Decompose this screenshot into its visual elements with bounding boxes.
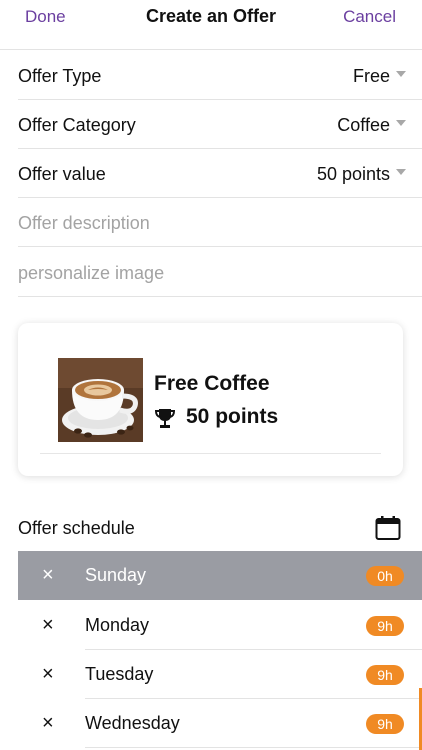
coffee-image <box>58 358 143 442</box>
offer-value-label: Offer value <box>18 164 106 184</box>
offer-type-row[interactable]: Offer Type Free <box>18 51 422 100</box>
offer-category-value[interactable]: Coffee <box>337 115 390 136</box>
remove-icon[interactable]: × <box>42 563 54 587</box>
offer-preview-title: Free Coffee <box>154 372 270 395</box>
navigation-bar: Done Create an Offer Cancel <box>0 0 422 50</box>
cancel-button[interactable]: Cancel <box>343 7 396 27</box>
schedule-day-wednesday[interactable]: × Wednesday 9h <box>18 699 422 748</box>
offer-category-label: Offer Category <box>18 115 136 135</box>
personalize-image-placeholder[interactable]: personalize image <box>18 263 164 284</box>
hours-badge: 9h <box>366 616 404 636</box>
remove-icon[interactable]: × <box>42 662 54 686</box>
schedule-day-tuesday[interactable]: × Tuesday 9h <box>18 650 422 699</box>
hours-badge: 0h <box>366 566 404 586</box>
day-name: Monday <box>85 615 150 635</box>
trophy-icon <box>154 407 176 429</box>
day-name: Tuesday <box>85 664 154 684</box>
caret-down-icon[interactable] <box>396 71 406 77</box>
remove-icon[interactable]: × <box>42 711 54 735</box>
offer-type-value[interactable]: Free <box>353 66 390 87</box>
calendar-icon[interactable] <box>375 515 401 541</box>
remove-icon[interactable]: × <box>42 613 54 637</box>
offer-description-placeholder[interactable]: Offer description <box>18 213 150 234</box>
hours-badge: 9h <box>366 665 404 685</box>
schedule-day-monday[interactable]: × Monday 9h <box>18 601 422 650</box>
offer-preview-card: Free Coffee 50 points <box>18 323 403 476</box>
offer-category-row[interactable]: Offer Category Coffee <box>18 100 422 149</box>
offer-schedule-label: Offer schedule <box>18 518 135 538</box>
day-name: Sunday <box>85 565 147 585</box>
offer-value-value[interactable]: 50 points <box>317 164 390 185</box>
personalize-image-field[interactable]: personalize image <box>18 248 422 297</box>
offer-preview-points: 50 points <box>186 405 279 428</box>
card-divider <box>40 453 381 454</box>
offer-description-field[interactable]: Offer description <box>18 198 422 247</box>
caret-down-icon[interactable] <box>396 169 406 175</box>
row-divider <box>85 747 422 748</box>
schedule-day-sunday[interactable]: × Sunday 0h <box>18 551 422 600</box>
offer-value-row[interactable]: Offer value 50 points <box>18 149 422 198</box>
hours-badge: 9h <box>366 714 404 734</box>
offer-type-label: Offer Type <box>18 66 102 86</box>
day-name: Wednesday <box>85 713 180 733</box>
caret-down-icon[interactable] <box>396 120 406 126</box>
